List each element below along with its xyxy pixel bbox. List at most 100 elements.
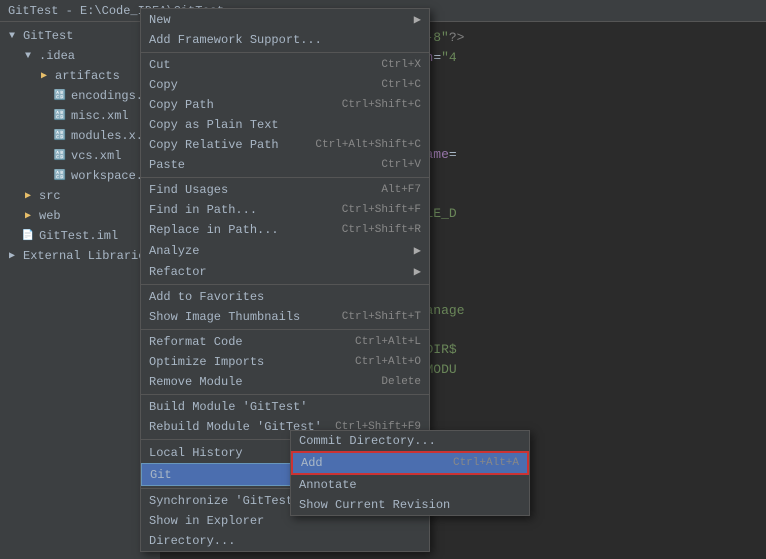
menu-item-replace-in-path[interactable]: Replace in Path... Ctrl+Shift+R [141,220,429,240]
menu-item-copy-label: Copy [149,78,371,92]
tree-label: External Libraries [23,249,153,263]
menu-item-paste[interactable]: Paste Ctrl+V [141,155,429,175]
menu-item-add-framework[interactable]: Add Framework Support... [141,30,429,50]
menu-item-reformat-shortcut: Ctrl+Alt+L [355,336,421,348]
menu-item-replace-in-path-label: Replace in Path... [149,223,332,237]
tree-label: .idea [39,49,75,63]
tree-item-src[interactable]: ▶ src [0,186,160,206]
menu-item-show-image-thumbnails-shortcut: Ctrl+Shift+T [342,311,421,323]
menu-item-copy[interactable]: Copy Ctrl+C [141,75,429,95]
submenu-item-add[interactable]: Add Ctrl+Alt+A [291,451,529,475]
xml-icon: 🔠 [52,128,68,144]
menu-item-show-image-thumbnails-label: Show Image Thumbnails [149,310,332,324]
menu-item-add-favorites[interactable]: Add to Favorites [141,287,429,307]
menu-separator-5 [141,394,429,395]
menu-item-refactor[interactable]: Refactor ▶ [141,261,429,282]
submenu-arrow-refactor-icon: ▶ [414,264,421,279]
submenu-item-commit-directory[interactable]: Commit Directory... [291,431,529,451]
tree-label: misc.xml [71,109,129,123]
submenu-item-annotate[interactable]: Annotate [291,475,529,495]
menu-item-find-usages[interactable]: Find Usages Alt+F7 [141,180,429,200]
menu-item-cut[interactable]: Cut Ctrl+X [141,55,429,75]
menu-item-find-in-path-shortcut: Ctrl+Shift+F [342,204,421,216]
tree-item-gitest-iml[interactable]: 📄 GitTest.iml [0,226,160,246]
tree-item-external-libs[interactable]: ▶ External Libraries [0,246,160,266]
menu-item-copy-plain[interactable]: Copy as Plain Text [141,115,429,135]
folder-icon: ▶ [20,188,36,204]
submenu-arrow-icon: ▶ [414,12,421,27]
menu-item-build-module-label: Build Module 'GitTest' [149,400,421,414]
menu-item-copy-relative-shortcut: Ctrl+Alt+Shift+C [315,139,421,151]
menu-item-analyze-label: Analyze [149,244,410,258]
tree-item-vcs[interactable]: 🔠 vcs.xml [0,146,160,166]
menu-item-add-favorites-label: Add to Favorites [149,290,421,304]
menu-item-optimize-imports[interactable]: Optimize Imports Ctrl+Alt+O [141,352,429,372]
menu-item-remove-module-shortcut: Delete [381,376,421,388]
folder-icon: ▶ [20,208,36,224]
submenu-item-commit-directory-label: Commit Directory... [299,434,521,448]
menu-item-build-module[interactable]: Build Module 'GitTest' [141,397,429,417]
menu-item-optimize-imports-label: Optimize Imports [149,355,345,369]
menu-item-analyze[interactable]: Analyze ▶ [141,240,429,261]
menu-item-directory-label: Directory... [149,534,421,548]
tree-item-encodings[interactable]: 🔠 encodings... [0,86,160,106]
menu-item-find-in-path[interactable]: Find in Path... Ctrl+Shift+F [141,200,429,220]
tree-item-idea[interactable]: ▼ .idea [0,46,160,66]
menu-item-copy-path[interactable]: Copy Path Ctrl+Shift+C [141,95,429,115]
menu-item-find-usages-label: Find Usages [149,183,371,197]
tree-label: artifacts [55,69,120,83]
folder-icon: ▶ [36,68,52,84]
menu-item-copy-shortcut: Ctrl+C [381,79,421,91]
tree-label: vcs.xml [71,149,121,163]
tree-label: GitTest [23,29,73,43]
tree-label: GitTest.iml [39,229,118,243]
submenu-item-add-shortcut: Ctrl+Alt+A [453,457,519,469]
folder-icon: ▼ [20,48,36,64]
menu-item-paste-label: Paste [149,158,371,172]
menu-item-paste-shortcut: Ctrl+V [381,159,421,171]
file-tree-panel: ▼ GitTest ▼ .idea ▶ artifacts 🔠 encoding… [0,22,160,559]
menu-item-directory[interactable]: Directory... [141,531,429,551]
tree-label: src [39,189,61,203]
tree-item-modules[interactable]: 🔠 modules.x... [0,126,160,146]
menu-item-show-image-thumbnails[interactable]: Show Image Thumbnails Ctrl+Shift+T [141,307,429,327]
menu-item-copy-relative-label: Copy Relative Path [149,138,305,152]
submenu-item-annotate-label: Annotate [299,478,521,492]
submenu-arrow-analyze-icon: ▶ [414,243,421,258]
menu-item-show-in-explorer-label: Show in Explorer [149,514,421,528]
xml-icon: 🔠 [52,108,68,124]
menu-item-copy-path-shortcut: Ctrl+Shift+C [342,99,421,111]
menu-separator [141,52,429,53]
tree-item-misc[interactable]: 🔠 misc.xml [0,106,160,126]
menu-item-remove-module[interactable]: Remove Module Delete [141,372,429,392]
menu-item-remove-module-label: Remove Module [149,375,371,389]
menu-item-new[interactable]: New ▶ [141,9,429,30]
project-icon: ▼ [4,28,20,44]
tree-item-gittest[interactable]: ▼ GitTest [0,26,160,46]
menu-item-reformat-label: Reformat Code [149,335,345,349]
menu-item-copy-plain-label: Copy as Plain Text [149,118,421,132]
menu-item-copy-path-label: Copy Path [149,98,332,112]
menu-separator-4 [141,329,429,330]
menu-separator-3 [141,284,429,285]
menu-item-cut-label: Cut [149,58,371,72]
menu-item-optimize-imports-shortcut: Ctrl+Alt+O [355,356,421,368]
menu-item-cut-shortcut: Ctrl+X [381,59,421,71]
xml-icon: 🔠 [52,88,68,104]
xml-icon: 🔠 [52,168,68,184]
tree-label: web [39,209,61,223]
xml-icon: 🔠 [52,148,68,164]
tree-item-web[interactable]: ▶ web [0,206,160,226]
iml-icon: 📄 [20,228,36,244]
git-submenu: Commit Directory... Add Ctrl+Alt+A Annot… [290,430,530,516]
menu-separator-2 [141,177,429,178]
menu-item-find-in-path-label: Find in Path... [149,203,332,217]
menu-item-copy-relative[interactable]: Copy Relative Path Ctrl+Alt+Shift+C [141,135,429,155]
tree-item-workspace[interactable]: 🔠 workspace... [0,166,160,186]
menu-item-find-usages-shortcut: Alt+F7 [381,184,421,196]
tree-item-artifacts[interactable]: ▶ artifacts [0,66,160,86]
submenu-item-add-label: Add [301,456,453,470]
submenu-item-show-current-revision[interactable]: Show Current Revision [291,495,529,515]
menu-item-reformat[interactable]: Reformat Code Ctrl+Alt+L [141,332,429,352]
menu-item-replace-in-path-shortcut: Ctrl+Shift+R [342,224,421,236]
